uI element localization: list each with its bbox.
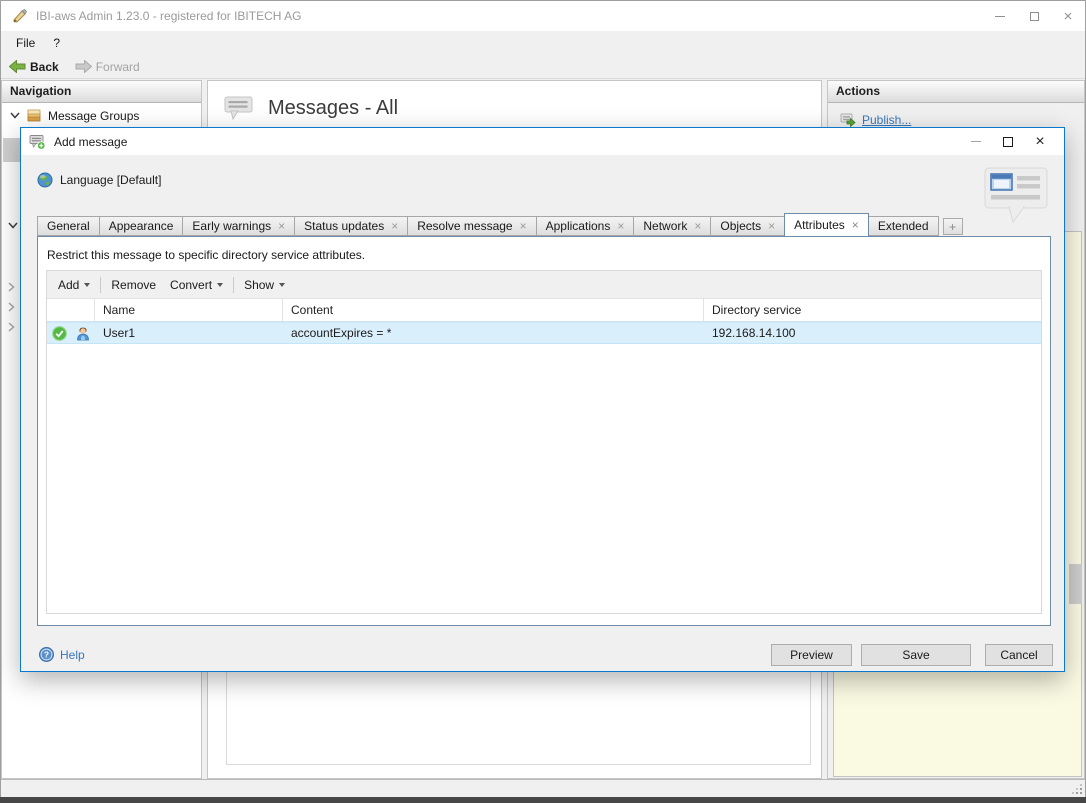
maximize-button[interactable] bbox=[1017, 1, 1051, 31]
back-button[interactable]: Back bbox=[1, 56, 67, 78]
add-message-icon bbox=[29, 134, 46, 150]
status-ok-icon bbox=[51, 325, 67, 341]
back-arrow-icon bbox=[9, 60, 26, 73]
tree-item-message-groups[interactable]: Message Groups bbox=[2, 103, 201, 128]
tab-close-icon[interactable]: × bbox=[617, 220, 624, 232]
scrollbar-thumb[interactable] bbox=[1069, 564, 1082, 604]
resize-grip-icon[interactable] bbox=[1080, 792, 1082, 794]
chevron-right-icon[interactable] bbox=[8, 322, 15, 332]
tab-status-updates[interactable]: Status updates × bbox=[294, 216, 409, 236]
window-bottom-edge bbox=[0, 797, 1086, 803]
app-icon bbox=[13, 8, 28, 23]
actions-header: Actions bbox=[828, 81, 1084, 103]
help-icon: ? bbox=[39, 647, 54, 662]
dialog-tabstrip: General Appearance Early warnings × Statu… bbox=[37, 213, 963, 236]
tab-close-icon[interactable]: × bbox=[520, 220, 527, 232]
globe-icon bbox=[37, 172, 53, 188]
tab-applications[interactable]: Applications × bbox=[535, 216, 635, 236]
publish-action[interactable]: Publish... bbox=[828, 103, 1084, 127]
grid-toolbar: Add Remove Convert Show bbox=[47, 271, 1041, 299]
toolbar-separator bbox=[100, 276, 102, 293]
show-button[interactable]: Show bbox=[237, 274, 292, 296]
attributes-tab-panel: Restrict this message to specific direct… bbox=[37, 236, 1051, 626]
dropdown-caret-icon bbox=[279, 282, 286, 287]
tab-appearance[interactable]: Appearance bbox=[98, 216, 184, 236]
save-button[interactable]: Save bbox=[861, 644, 971, 666]
chevron-down-icon[interactable] bbox=[10, 112, 20, 119]
tab-close-icon[interactable]: × bbox=[694, 220, 701, 232]
close-button[interactable]: × bbox=[1051, 1, 1085, 31]
forward-button[interactable]: Forward bbox=[67, 56, 148, 78]
toolbar-separator bbox=[233, 276, 235, 293]
dialog-maximize-button[interactable] bbox=[992, 128, 1024, 155]
tab-extended[interactable]: Extended bbox=[867, 216, 939, 236]
messages-icon bbox=[224, 96, 253, 121]
menubar: File ? bbox=[1, 31, 1085, 55]
dialog-titlebar: Add message × bbox=[21, 128, 1064, 155]
cancel-button[interactable]: Cancel bbox=[985, 644, 1053, 666]
row-directory-service: 192.168.14.100 bbox=[712, 326, 796, 340]
add-message-dialog: Add message × Language [Default] General… bbox=[20, 127, 1065, 672]
page-title: Messages - All bbox=[268, 96, 399, 119]
chevron-right-icon[interactable] bbox=[8, 302, 15, 312]
convert-button[interactable]: Convert bbox=[163, 274, 230, 296]
menu-help[interactable]: ? bbox=[44, 33, 69, 53]
app-window: IBI-aws Admin 1.23.0 - registered for IB… bbox=[0, 0, 1086, 803]
preview-button[interactable]: Preview bbox=[771, 644, 852, 666]
navigation-toolbar: Back Forward bbox=[1, 55, 1085, 79]
dropdown-caret-icon bbox=[217, 282, 224, 287]
tab-network[interactable]: Network × bbox=[633, 216, 712, 236]
tree-item-label: Message Groups bbox=[48, 108, 140, 123]
language-selector[interactable]: Language [Default] bbox=[37, 172, 161, 188]
remove-button[interactable]: Remove bbox=[104, 274, 163, 296]
dialog-minimize-button[interactable] bbox=[960, 128, 992, 155]
help-link[interactable]: Help bbox=[60, 648, 85, 662]
tab-resolve-message[interactable]: Resolve message × bbox=[407, 216, 537, 236]
column-status[interactable] bbox=[47, 299, 71, 321]
chevron-right-icon[interactable] bbox=[8, 282, 15, 292]
column-type[interactable] bbox=[71, 299, 95, 321]
row-name: User1 bbox=[103, 326, 136, 340]
publish-icon bbox=[840, 113, 856, 127]
publish-link[interactable]: Publish... bbox=[862, 113, 911, 127]
dropdown-caret-icon bbox=[84, 282, 91, 287]
tab-close-icon[interactable]: × bbox=[391, 220, 398, 232]
message-bubble-art bbox=[984, 167, 1048, 224]
dialog-title: Add message bbox=[54, 134, 128, 149]
minimize-button[interactable] bbox=[983, 1, 1017, 31]
tab-close-icon[interactable]: × bbox=[852, 219, 859, 231]
language-label: Language [Default] bbox=[60, 173, 162, 187]
user-icon bbox=[77, 327, 89, 340]
main-titlebar: IBI-aws Admin 1.23.0 - registered for IB… bbox=[1, 1, 1085, 31]
tab-close-icon[interactable]: × bbox=[278, 220, 285, 232]
row-content: accountExpires = * bbox=[291, 326, 392, 340]
add-button[interactable]: Add bbox=[51, 274, 97, 296]
tab-attributes[interactable]: Attributes × bbox=[784, 213, 869, 236]
tab-objects[interactable]: Objects × bbox=[710, 216, 786, 236]
tab-general[interactable]: General bbox=[37, 216, 100, 236]
dialog-close-button[interactable]: × bbox=[1024, 128, 1056, 155]
attributes-grid: Add Remove Convert Show Name Content Dir… bbox=[46, 270, 1042, 614]
status-bar bbox=[1, 779, 1085, 797]
grid-header: Name Content Directory service bbox=[47, 299, 1041, 322]
tab-close-icon[interactable]: × bbox=[768, 220, 775, 232]
message-groups-icon bbox=[27, 109, 41, 122]
svg-text:?: ? bbox=[44, 650, 49, 660]
window-title: IBI-aws Admin 1.23.0 - registered for IB… bbox=[36, 9, 302, 23]
column-directory-service[interactable]: Directory service bbox=[704, 299, 1041, 321]
table-row[interactable]: User1 accountExpires = * 192.168.14.100 bbox=[47, 322, 1041, 344]
chevron-down-icon[interactable] bbox=[8, 222, 18, 229]
menu-file[interactable]: File bbox=[7, 33, 44, 53]
column-name[interactable]: Name bbox=[95, 299, 283, 321]
tab-description: Restrict this message to specific direct… bbox=[47, 248, 366, 262]
tab-early-warnings[interactable]: Early warnings × bbox=[182, 216, 296, 236]
navigation-header: Navigation bbox=[2, 81, 201, 103]
help-action[interactable]: ? Help bbox=[39, 647, 85, 662]
column-content[interactable]: Content bbox=[283, 299, 704, 321]
forward-arrow-icon bbox=[75, 60, 92, 73]
add-tab-button[interactable]: + bbox=[942, 218, 963, 235]
